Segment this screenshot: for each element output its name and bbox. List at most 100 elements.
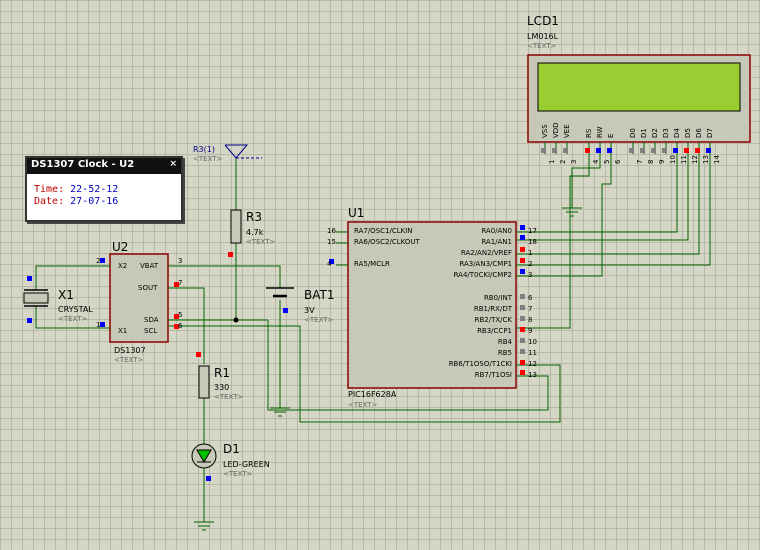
lcd-pin-name: D7 <box>706 128 714 138</box>
lcd-pin-name: D0 <box>629 128 637 138</box>
u1-ref[interactable]: U1 <box>348 206 364 220</box>
lcd-ref[interactable]: LCD1 <box>527 14 559 28</box>
lcd-pin-name: VSS <box>541 124 549 138</box>
u1-value: PIC16F628A <box>348 390 397 399</box>
time-value: 22-52-12 <box>70 184 119 195</box>
r1-ref[interactable]: R1 <box>214 366 230 380</box>
r3-body <box>230 209 242 244</box>
lcd-pin-number: 4 <box>592 159 600 164</box>
power-terminal-label[interactable]: R3(1) <box>193 145 215 154</box>
d1-ref[interactable]: D1 <box>223 442 240 456</box>
u2-ref[interactable]: U2 <box>112 240 128 254</box>
u1-right-pin-name: RB7/T1OSI <box>474 371 512 379</box>
lcd-pin-number: 5 <box>603 159 611 164</box>
ds1307-clock-window[interactable]: DS1307 Clock - U2 × Time: 22-52-12 Date:… <box>25 156 183 222</box>
u2-num-vbat: 3 <box>178 257 183 265</box>
wire-junction <box>233 317 239 323</box>
u1-right-pin-name: RB6/T1OSO/T1CKI <box>448 360 512 368</box>
r3-text: <TEXT> <box>246 238 276 246</box>
u2-pin-sda: SDA <box>144 316 159 324</box>
power-terminal <box>224 144 262 159</box>
u1-right-pin-name: RA1/AN1 <box>481 238 512 246</box>
lcd-pin-name: RS <box>585 128 593 138</box>
r1-value: 330 <box>214 383 230 392</box>
u1-left-pin-name: RA5/MCLR <box>354 260 390 268</box>
lcd-screen <box>537 62 741 112</box>
x1-value: CRYSTAL <box>58 305 93 314</box>
u2-pin-vbat: VBAT <box>140 262 159 270</box>
lcd-pin-number: 7 <box>636 159 644 164</box>
u1-right-pin-number: 11 <box>528 349 537 357</box>
u1-right-pin-name: RA2/AN2/VREF <box>460 249 512 257</box>
time-label: Time: <box>34 184 65 195</box>
u1-left-pin-name: RA7/OSC1/CLKIN <box>354 227 413 235</box>
lcd-pin-number: 11 <box>680 155 688 164</box>
d1-value: LED-GREEN <box>223 460 270 469</box>
u1-left-pin-number: 15 <box>327 238 336 246</box>
lcd-text: <TEXT> <box>527 42 557 50</box>
u1-right-pin-number: 3 <box>528 271 533 279</box>
lcd-value: LM016L <box>527 32 559 41</box>
r1-text: <TEXT> <box>214 393 244 401</box>
lcd-pin-name: D3 <box>662 128 670 138</box>
u1-right-pin-number: 17 <box>528 227 537 235</box>
lcd-pin-name: VEE <box>563 124 571 138</box>
lcd-pin-number: 2 <box>559 159 567 164</box>
u1-right-pin-name: RB4 <box>497 338 512 346</box>
u1-right-pin-name: RB1/RX/DT <box>473 305 512 313</box>
schematic-canvas[interactable] <box>0 0 760 550</box>
r3-value: 4.7k <box>246 228 264 237</box>
u2-value: DS1307 <box>114 346 146 355</box>
r3-ref[interactable]: R3 <box>246 210 262 224</box>
u2-num-scl: 6 <box>178 322 183 330</box>
battery-symbol <box>266 287 294 298</box>
window-title: DS1307 Clock - U2 <box>31 159 135 170</box>
lcd-pin-name: D6 <box>695 128 703 138</box>
d1-text: <TEXT> <box>223 470 253 478</box>
lcd-pin-number: 6 <box>614 159 622 164</box>
lcd-pin-number: 8 <box>647 159 655 164</box>
u2-pin-x1: X1 <box>118 327 128 335</box>
u1-right-pin-name: RA3/AN3/CMP1 <box>459 260 512 268</box>
lcd-pin-name: RW <box>596 126 604 138</box>
lcd-pin-number: 3 <box>570 159 578 164</box>
u1-left-pin-name: RA6/OSC2/CLKOUT <box>354 238 420 246</box>
u1-text: <TEXT> <box>348 401 378 409</box>
u1-right-pin-name: RB5 <box>497 349 512 357</box>
lcd-pin-name: VDD <box>552 122 560 138</box>
time-row: Time: 22-52-12 <box>34 184 174 196</box>
close-icon[interactable]: × <box>169 159 177 169</box>
u1-right-pin-number: 1 <box>528 249 533 257</box>
u2-num-sout: 7 <box>178 279 183 287</box>
u1-right-pin-number: 12 <box>528 360 537 368</box>
u1-right-pin-name: RB2/TX/CK <box>474 316 512 324</box>
lcd-pin-number: 10 <box>669 155 677 164</box>
x1-ref[interactable]: X1 <box>58 288 74 302</box>
lcd-pin-name: D2 <box>651 128 659 138</box>
u2-num-sda: 5 <box>178 311 183 319</box>
lcd-pin-number: 12 <box>691 155 699 164</box>
u1-left-pin-number: 16 <box>327 227 336 235</box>
bat1-ref[interactable]: BAT1 <box>304 288 334 302</box>
lcd-pin-number: 1 <box>548 159 556 164</box>
window-body: Time: 22-52-12 Date: 27-07-16 <box>27 174 181 218</box>
lcd-pin-number: 9 <box>658 159 666 164</box>
x1-text: <TEXT> <box>58 315 88 323</box>
window-titlebar[interactable]: DS1307 Clock - U2 × <box>27 158 181 174</box>
u2-num-x2: 2 <box>96 257 101 265</box>
u1-right-pin-name: RA0/AN0 <box>481 227 512 235</box>
date-row: Date: 27-07-16 <box>34 196 174 208</box>
date-label: Date: <box>34 196 65 207</box>
u2-pin-scl: SCL <box>144 327 158 335</box>
u1-right-pin-name: RA4/T0CKI/CMP2 <box>453 271 512 279</box>
power-terminal-text: <TEXT> <box>193 155 223 163</box>
u1-left-pin-number: 4 <box>327 260 332 268</box>
bat1-value: 3V <box>304 306 315 315</box>
lcd-pin-number: 13 <box>702 155 710 164</box>
lcd-pin-name: D4 <box>673 128 681 138</box>
r1-body <box>198 365 210 399</box>
date-value: 27-07-16 <box>70 196 119 207</box>
bat1-text: <TEXT> <box>304 316 334 324</box>
u2-text: <TEXT> <box>114 356 144 364</box>
u1-right-pin-number: 6 <box>528 294 533 302</box>
